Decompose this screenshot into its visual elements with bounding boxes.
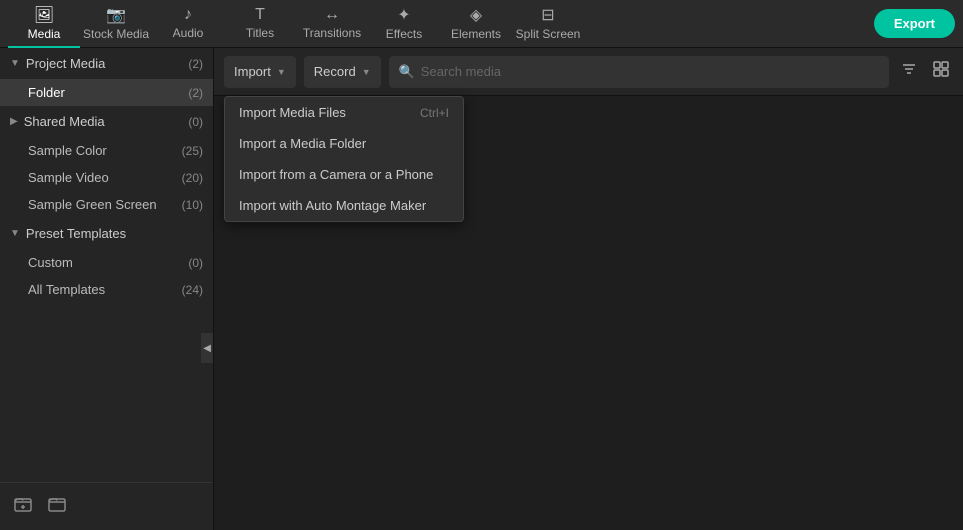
sample-color-count: (25) bbox=[182, 144, 203, 158]
media-icon: 🖼 bbox=[34, 5, 54, 25]
main-layout: ▼ Project Media (2) Folder (2) ▶ Shared … bbox=[0, 48, 963, 530]
search-input[interactable] bbox=[421, 64, 879, 79]
nav-item-transitions[interactable]: ↔ Transitions bbox=[296, 0, 368, 48]
section-label-shared-media: Shared Media bbox=[24, 114, 183, 129]
chevron-right-icon: ▶ bbox=[10, 116, 18, 127]
nav-item-effects[interactable]: ✦ Effects bbox=[368, 0, 440, 48]
new-folder-button[interactable] bbox=[10, 491, 36, 522]
import-dropdown-menu: Import Media Files Ctrl+I Import a Media… bbox=[224, 96, 464, 222]
nav-label-elements: Elements bbox=[451, 27, 501, 41]
import-auto-montage-label: Import with Auto Montage Maker bbox=[239, 198, 426, 213]
sample-video-count: (20) bbox=[182, 171, 203, 185]
sidebar-item-custom[interactable]: Custom (0) bbox=[0, 249, 213, 276]
audio-icon: ♪ bbox=[184, 6, 192, 24]
sidebar-item-sample-green-screen[interactable]: Sample Green Screen (10) bbox=[0, 191, 213, 218]
sidebar: ▼ Project Media (2) Folder (2) ▶ Shared … bbox=[0, 48, 214, 530]
nav-label-transitions: Transitions bbox=[303, 26, 361, 40]
sample-green-screen-label: Sample Green Screen bbox=[28, 197, 182, 212]
sidebar-section-project-media[interactable]: ▼ Project Media (2) bbox=[0, 48, 213, 79]
import-label: Import bbox=[234, 64, 271, 79]
import-media-folder-label: Import a Media Folder bbox=[239, 136, 366, 151]
elements-icon: ◈ bbox=[470, 5, 482, 25]
import-button[interactable]: Import ▼ bbox=[224, 56, 296, 88]
section-label-project-media: Project Media bbox=[26, 56, 182, 71]
record-button[interactable]: Record ▼ bbox=[304, 56, 381, 88]
section-count-project-media: (2) bbox=[188, 57, 203, 71]
split-screen-icon: ⊟ bbox=[541, 5, 554, 25]
nav-item-audio[interactable]: ♪ Audio bbox=[152, 0, 224, 48]
search-icon: 🔍 bbox=[399, 64, 415, 80]
import-camera-phone-label: Import from a Camera or a Phone bbox=[239, 167, 433, 182]
custom-label: Custom bbox=[28, 255, 188, 270]
sidebar-item-folder[interactable]: Folder (2) bbox=[0, 79, 213, 106]
chevron-down-icon: ▼ bbox=[10, 58, 20, 69]
custom-count: (0) bbox=[188, 256, 203, 270]
search-box: 🔍 bbox=[389, 56, 889, 88]
nav-item-stock-media[interactable]: 📷 Stock Media bbox=[80, 0, 152, 48]
sidebar-collapse-button[interactable]: ◀ bbox=[201, 333, 213, 363]
record-label: Record bbox=[314, 64, 356, 79]
nav-item-elements[interactable]: ◈ Elements bbox=[440, 0, 512, 48]
stock-media-icon: 📷 bbox=[106, 5, 126, 25]
nav-label-split-screen: Split Screen bbox=[516, 27, 581, 41]
menu-item-import-media-folder[interactable]: Import a Media Folder bbox=[225, 128, 463, 159]
nav-label-audio: Audio bbox=[173, 26, 204, 40]
export-button[interactable]: Export bbox=[874, 9, 955, 38]
sidebar-item-all-templates[interactable]: All Templates (24) bbox=[0, 276, 213, 303]
content-area: Import ▼ Record ▼ 🔍 bbox=[214, 48, 963, 530]
menu-item-import-auto-montage[interactable]: Import with Auto Montage Maker bbox=[225, 190, 463, 221]
nav-item-split-screen[interactable]: ⊟ Split Screen bbox=[512, 0, 584, 48]
sample-color-label: Sample Color bbox=[28, 143, 182, 158]
sidebar-bottom-bar bbox=[0, 482, 213, 530]
section-label-preset-templates: Preset Templates bbox=[26, 226, 203, 241]
nav-item-media[interactable]: 🖼 Media bbox=[8, 0, 80, 48]
nav-label-stock-media: Stock Media bbox=[83, 27, 149, 41]
nav-label-media: Media bbox=[28, 27, 61, 41]
transitions-icon: ↔ bbox=[324, 6, 340, 24]
folder-count: (2) bbox=[188, 86, 203, 100]
import-caret-icon: ▼ bbox=[277, 67, 286, 77]
menu-item-import-media-files[interactable]: Import Media Files Ctrl+I bbox=[225, 97, 463, 128]
all-templates-count: (24) bbox=[182, 283, 203, 297]
section-count-shared-media: (0) bbox=[188, 115, 203, 129]
folder-label: Folder bbox=[28, 85, 188, 100]
effects-icon: ✦ bbox=[397, 5, 410, 25]
sample-video-label: Sample Video bbox=[28, 170, 182, 185]
import-media-files-label: Import Media Files bbox=[239, 105, 346, 120]
top-nav: 🖼 Media 📷 Stock Media ♪ Audio T Titles ↔… bbox=[0, 0, 963, 48]
nav-item-titles[interactable]: T Titles bbox=[224, 0, 296, 48]
chevron-down-icon-2: ▼ bbox=[10, 228, 20, 239]
menu-item-import-camera-phone[interactable]: Import from a Camera or a Phone bbox=[225, 159, 463, 190]
sidebar-item-sample-color[interactable]: Sample Color (25) bbox=[0, 137, 213, 164]
toolbar: Import ▼ Record ▼ 🔍 bbox=[214, 48, 963, 96]
sidebar-item-sample-video[interactable]: Sample Video (20) bbox=[0, 164, 213, 191]
open-folder-button[interactable] bbox=[44, 491, 70, 522]
sidebar-section-shared-media[interactable]: ▶ Shared Media (0) bbox=[0, 106, 213, 137]
record-caret-icon: ▼ bbox=[362, 67, 371, 77]
nav-label-effects: Effects bbox=[386, 27, 422, 41]
titles-icon: T bbox=[255, 6, 265, 24]
grid-view-button[interactable] bbox=[929, 57, 953, 86]
import-media-files-shortcut: Ctrl+I bbox=[420, 106, 449, 120]
sample-green-screen-count: (10) bbox=[182, 198, 203, 212]
filter-button[interactable] bbox=[897, 57, 921, 86]
sidebar-section-preset-templates[interactable]: ▼ Preset Templates bbox=[0, 218, 213, 249]
all-templates-label: All Templates bbox=[28, 282, 182, 297]
nav-label-titles: Titles bbox=[246, 26, 274, 40]
